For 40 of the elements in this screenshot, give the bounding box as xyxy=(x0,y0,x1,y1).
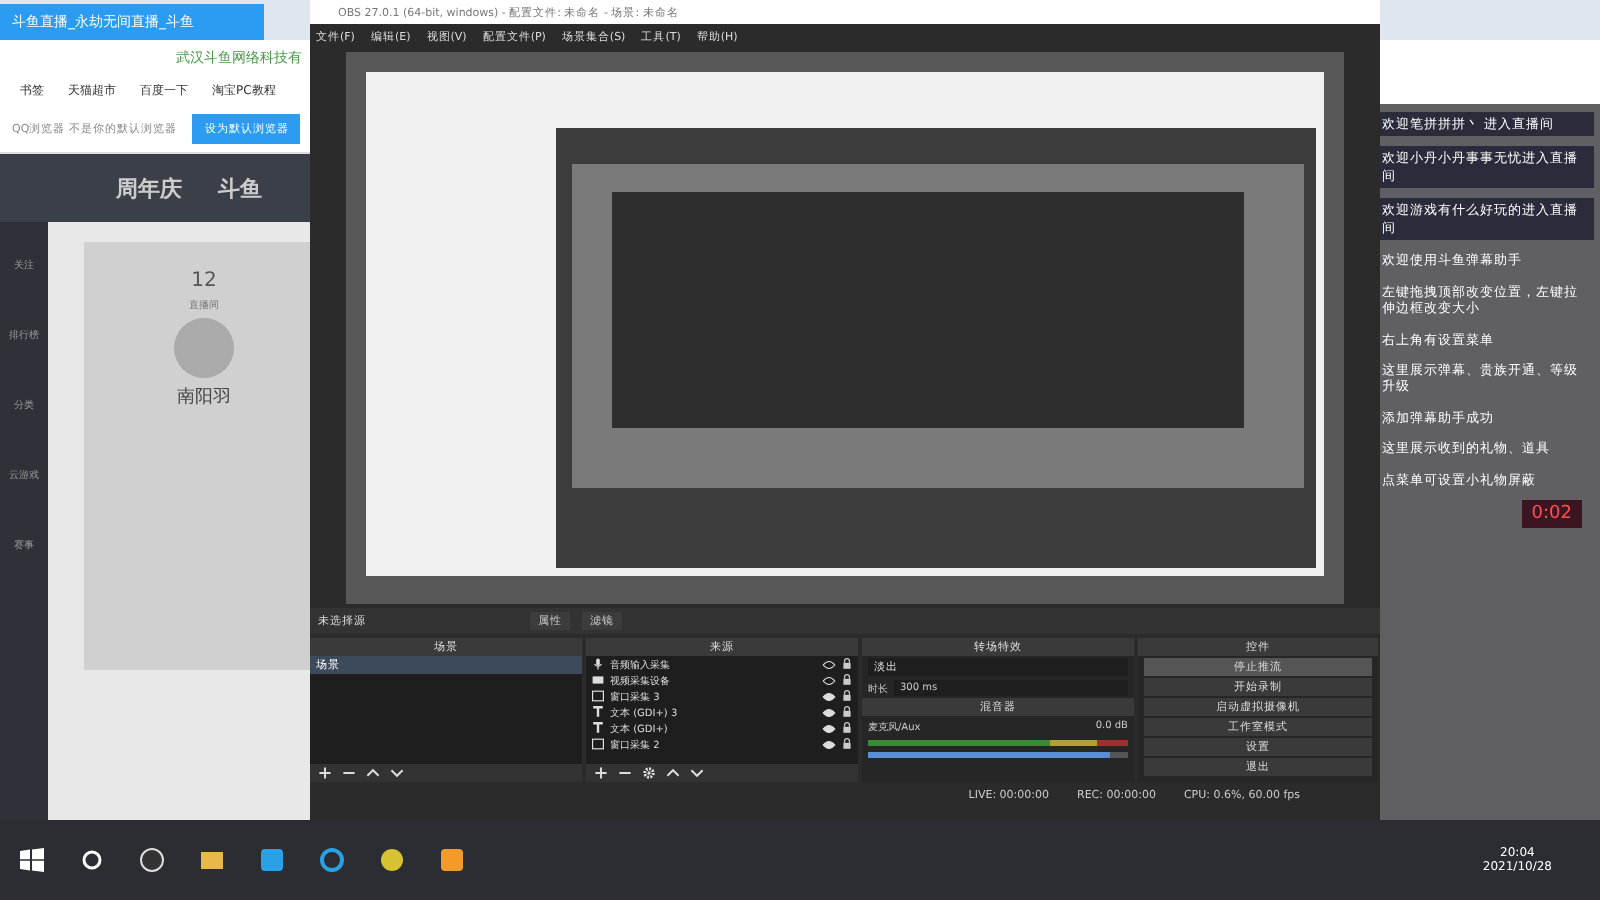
app-icon[interactable] xyxy=(140,848,164,872)
start-icon[interactable] xyxy=(20,848,44,872)
countdown-timer: 0:02 xyxy=(1521,500,1582,529)
stat-number: 12 xyxy=(191,270,217,292)
lock-icon[interactable] xyxy=(842,738,852,750)
app-icon[interactable] xyxy=(440,848,464,872)
lock-icon[interactable] xyxy=(842,674,852,686)
up-icon[interactable] xyxy=(366,766,380,780)
app-icon[interactable] xyxy=(380,848,404,872)
up-icon[interactable] xyxy=(666,766,680,780)
visibility-icon[interactable] xyxy=(822,659,836,669)
visibility-icon[interactable] xyxy=(822,675,836,685)
visibility-icon[interactable] xyxy=(822,691,836,701)
lock-icon[interactable] xyxy=(842,658,852,670)
visibility-icon[interactable] xyxy=(822,707,836,717)
browser-icon[interactable] xyxy=(320,848,344,872)
visibility-icon[interactable] xyxy=(822,739,836,749)
volume-slider[interactable] xyxy=(868,752,1128,758)
source-type-icon xyxy=(592,738,604,750)
down-icon[interactable] xyxy=(690,766,704,780)
down-icon[interactable] xyxy=(390,766,404,780)
visibility-icon[interactable] xyxy=(822,723,836,733)
streamer-name: 南阳羽 xyxy=(177,385,231,410)
add-icon[interactable] xyxy=(594,766,608,780)
avatar-placeholder xyxy=(174,318,234,378)
site-logo[interactable]: 斗鱼 xyxy=(218,173,262,203)
source-type-icon xyxy=(592,658,604,670)
app-icon[interactable] xyxy=(260,848,284,872)
lock-icon[interactable] xyxy=(842,706,852,718)
search-icon[interactable] xyxy=(80,848,104,872)
remove-icon[interactable] xyxy=(342,766,356,780)
add-icon[interactable] xyxy=(318,766,332,780)
folder-icon[interactable] xyxy=(200,848,224,872)
lock-icon[interactable] xyxy=(842,722,852,734)
source-type-icon xyxy=(592,722,604,734)
source-type-icon xyxy=(592,706,604,718)
remove-icon[interactable] xyxy=(618,766,632,780)
settings-icon[interactable] xyxy=(642,766,656,780)
site-logo[interactable]: 周年庆 xyxy=(116,173,182,203)
lock-icon[interactable] xyxy=(842,690,852,702)
